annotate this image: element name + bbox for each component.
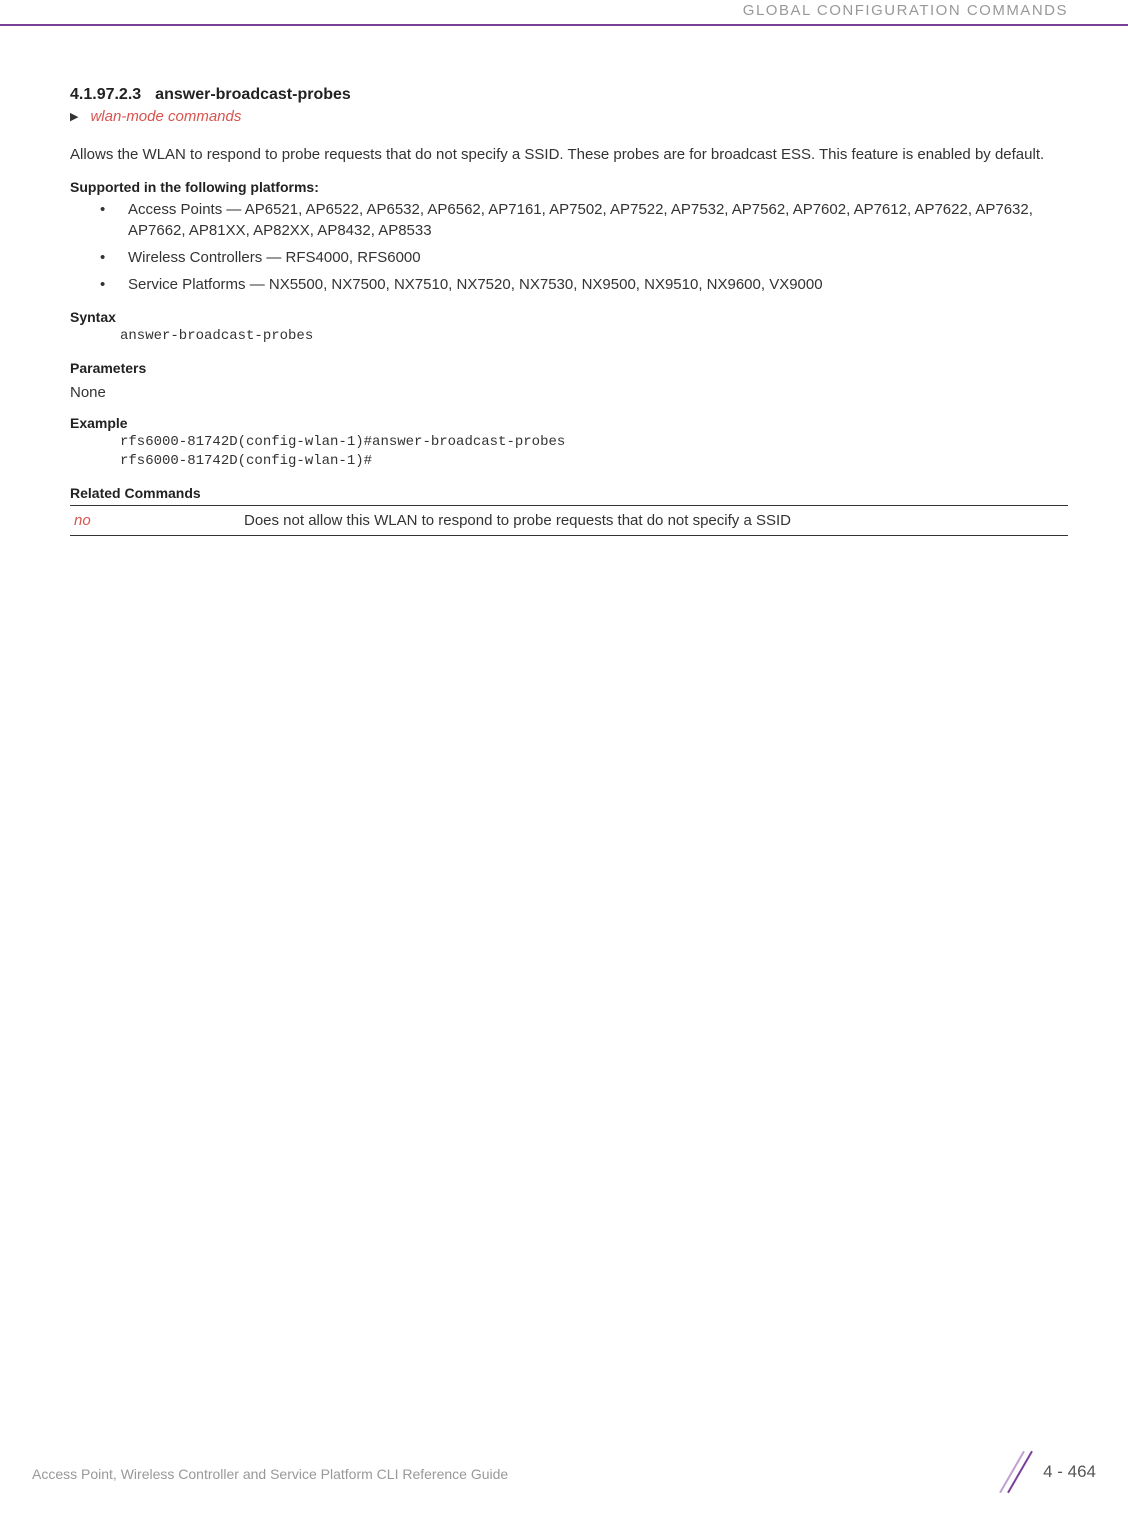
example-heading: Example <box>70 415 1068 431</box>
section-title: answer-broadcast-probes <box>155 86 351 103</box>
list-item: Service Platforms — NX5500, NX7500, NX75… <box>100 274 1068 295</box>
platforms-heading: Supported in the following platforms: <box>70 179 1068 195</box>
related-cmd-link[interactable]: no <box>70 505 240 535</box>
footer-title: Access Point, Wireless Controller and Se… <box>32 1466 508 1482</box>
example-code: rfs6000-81742D(config-wlan-1)#answer-bro… <box>120 433 1068 471</box>
page-number-box: 4 - 464 <box>1001 1454 1096 1490</box>
page-content: 4.1.97.2.3 answer-broadcast-probes ▶ wlan-… <box>0 26 1128 536</box>
related-cmd-desc: Does not allow this WLAN to respond to p… <box>240 505 1068 535</box>
parameters-heading: Parameters <box>70 360 1068 376</box>
caret-right-icon: ▶ <box>70 110 78 123</box>
syntax-heading: Syntax <box>70 309 1068 325</box>
table-row: no Does not allow this WLAN to respond t… <box>70 505 1068 535</box>
parameters-value: None <box>70 384 1068 401</box>
platforms-list: Access Points — AP6521, AP6522, AP6532, … <box>70 199 1068 295</box>
header-band: GLOBAL CONFIGURATION COMMANDS <box>0 0 1128 26</box>
page-number: 4 - 464 <box>1043 1462 1096 1482</box>
wlan-mode-link[interactable]: wlan-mode commands <box>90 108 241 125</box>
syntax-code: answer-broadcast-probes <box>120 327 1068 346</box>
section-number: 4.1.97.2.3 <box>70 86 141 103</box>
list-item: Wireless Controllers — RFS4000, RFS6000 <box>100 247 1068 268</box>
wlan-mode-link-row: ▶ wlan-mode commands <box>70 108 1068 126</box>
section-heading: 4.1.97.2.3 answer-broadcast-probes <box>70 86 1068 104</box>
slash-decoration-icon <box>1001 1454 1031 1490</box>
header-title: GLOBAL CONFIGURATION COMMANDS <box>743 2 1068 19</box>
section-description: Allows the WLAN to respond to probe requ… <box>70 144 1068 165</box>
related-heading: Related Commands <box>70 485 1068 501</box>
list-item: Access Points — AP6521, AP6522, AP6532, … <box>100 199 1068 241</box>
related-commands-table: no Does not allow this WLAN to respond t… <box>70 505 1068 536</box>
